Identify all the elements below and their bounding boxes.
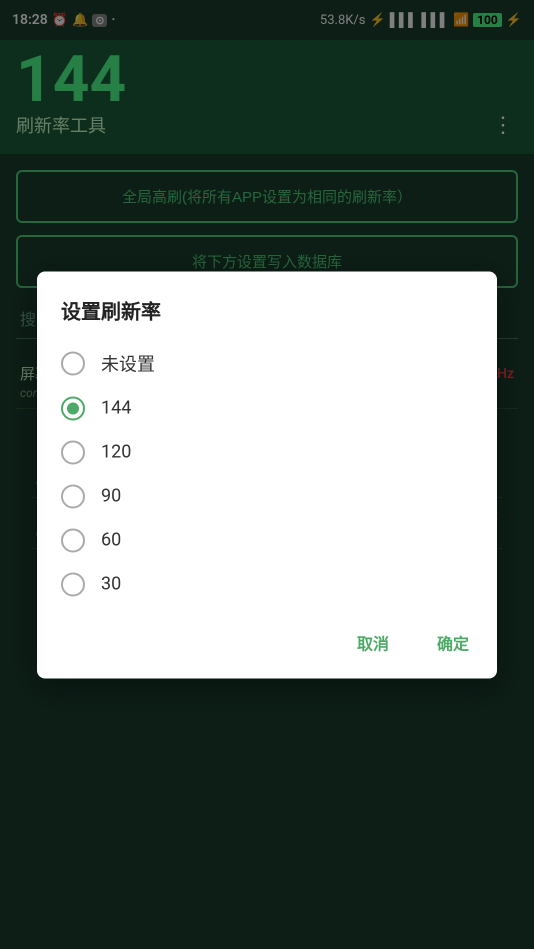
refresh-rate-dialog: 设置刷新率 未设置 144 120 90 60 (37, 271, 497, 678)
radio-option-30[interactable]: 30 (53, 562, 481, 606)
radio-label-none: 未设置 (101, 350, 155, 376)
radio-label-144: 144 (101, 398, 131, 419)
radio-inner-144 (67, 402, 79, 414)
radio-circle-30 (61, 572, 85, 596)
dialog-actions: 取消 确定 (37, 614, 497, 678)
confirm-button[interactable]: 确定 (425, 622, 481, 662)
radio-option-60[interactable]: 60 (53, 518, 481, 562)
dialog-options: 未设置 144 120 90 60 30 (37, 340, 497, 614)
radio-circle-none (61, 351, 85, 375)
radio-circle-120 (61, 440, 85, 464)
radio-option-144[interactable]: 144 (53, 386, 481, 430)
radio-circle-144 (61, 396, 85, 420)
radio-circle-90 (61, 484, 85, 508)
radio-option-none[interactable]: 未设置 (53, 340, 481, 386)
radio-circle-60 (61, 528, 85, 552)
radio-label-30: 30 (101, 574, 121, 595)
cancel-button[interactable]: 取消 (345, 622, 401, 662)
radio-option-120[interactable]: 120 (53, 430, 481, 474)
radio-label-60: 60 (101, 530, 121, 551)
radio-option-90[interactable]: 90 (53, 474, 481, 518)
radio-label-90: 90 (101, 486, 121, 507)
dialog-title: 设置刷新率 (37, 271, 497, 340)
radio-label-120: 120 (101, 442, 131, 463)
